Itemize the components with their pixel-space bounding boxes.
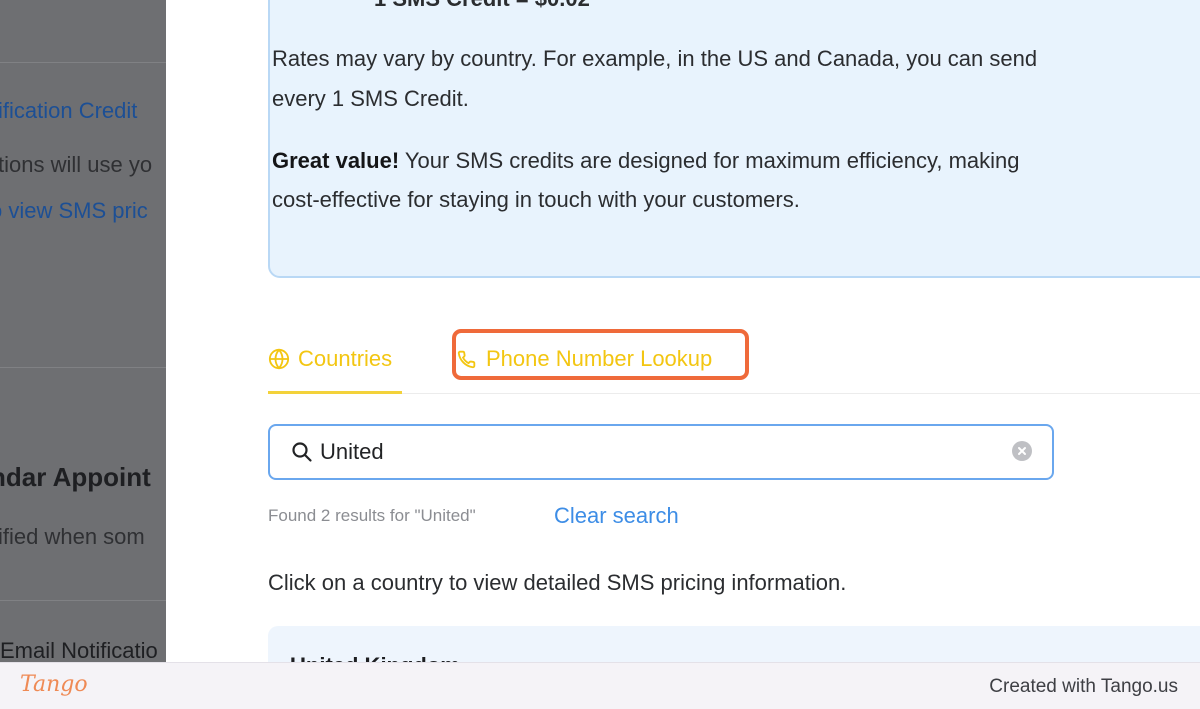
instruction-text: Click on a country to view detailed SMS … xyxy=(268,570,847,595)
country-result-card[interactable]: United Kingdom xyxy=(268,626,1200,662)
globe-icon xyxy=(268,348,290,370)
tango-footer: Tango Created with Tango.us xyxy=(0,662,1200,709)
screenshot-stage: ification Credit tions will use yo o vie… xyxy=(0,0,1200,662)
tab-countries-label: Countries xyxy=(298,346,393,371)
background-page: ification Credit tions will use yo o vie… xyxy=(0,0,166,662)
value-rest: Your SMS credits are designed for maximu… xyxy=(399,148,1020,173)
search-icon xyxy=(292,442,312,462)
clear-input-icon[interactable] xyxy=(1012,441,1032,461)
value-text-line1: Great value! Your SMS credits are design… xyxy=(272,142,1200,180)
created-with-credit: Created with Tango.us xyxy=(989,676,1178,697)
country-search-input[interactable]: United xyxy=(268,424,1054,480)
view-sms-pricing-link[interactable]: o view SMS pric xyxy=(0,198,148,224)
value-text-line2: cost-effective for staying in touch with… xyxy=(272,187,800,212)
notification-credit-heading: ification Credit xyxy=(0,98,138,123)
calendar-text: ified when som xyxy=(0,524,145,549)
tango-logo: Tango xyxy=(20,672,88,697)
rates-text-line1: Rates may vary by country. For example, … xyxy=(272,46,1038,71)
value-bold: Great value! xyxy=(272,148,400,173)
results-count: Found 2 results for "United" xyxy=(268,506,476,525)
active-tab-indicator xyxy=(268,391,402,394)
country-name: United Kingdom xyxy=(290,653,460,662)
notification-text: tions will use yo xyxy=(0,152,153,177)
search-value: United xyxy=(320,439,384,464)
step-highlight-box xyxy=(452,329,749,380)
rates-text-line2: every 1 SMS Credit. xyxy=(272,86,469,111)
calendar-heading: ndar Appoint xyxy=(0,462,151,492)
divider xyxy=(0,600,166,601)
clear-search-link[interactable]: Clear search xyxy=(554,503,679,529)
divider xyxy=(0,62,166,63)
tab-countries[interactable]: Countries xyxy=(268,342,392,376)
rate-line: 1 SMS Credit = $0.02 xyxy=(374,0,590,12)
email-notification-label: Email Notificatio xyxy=(0,638,158,662)
divider xyxy=(0,367,166,368)
